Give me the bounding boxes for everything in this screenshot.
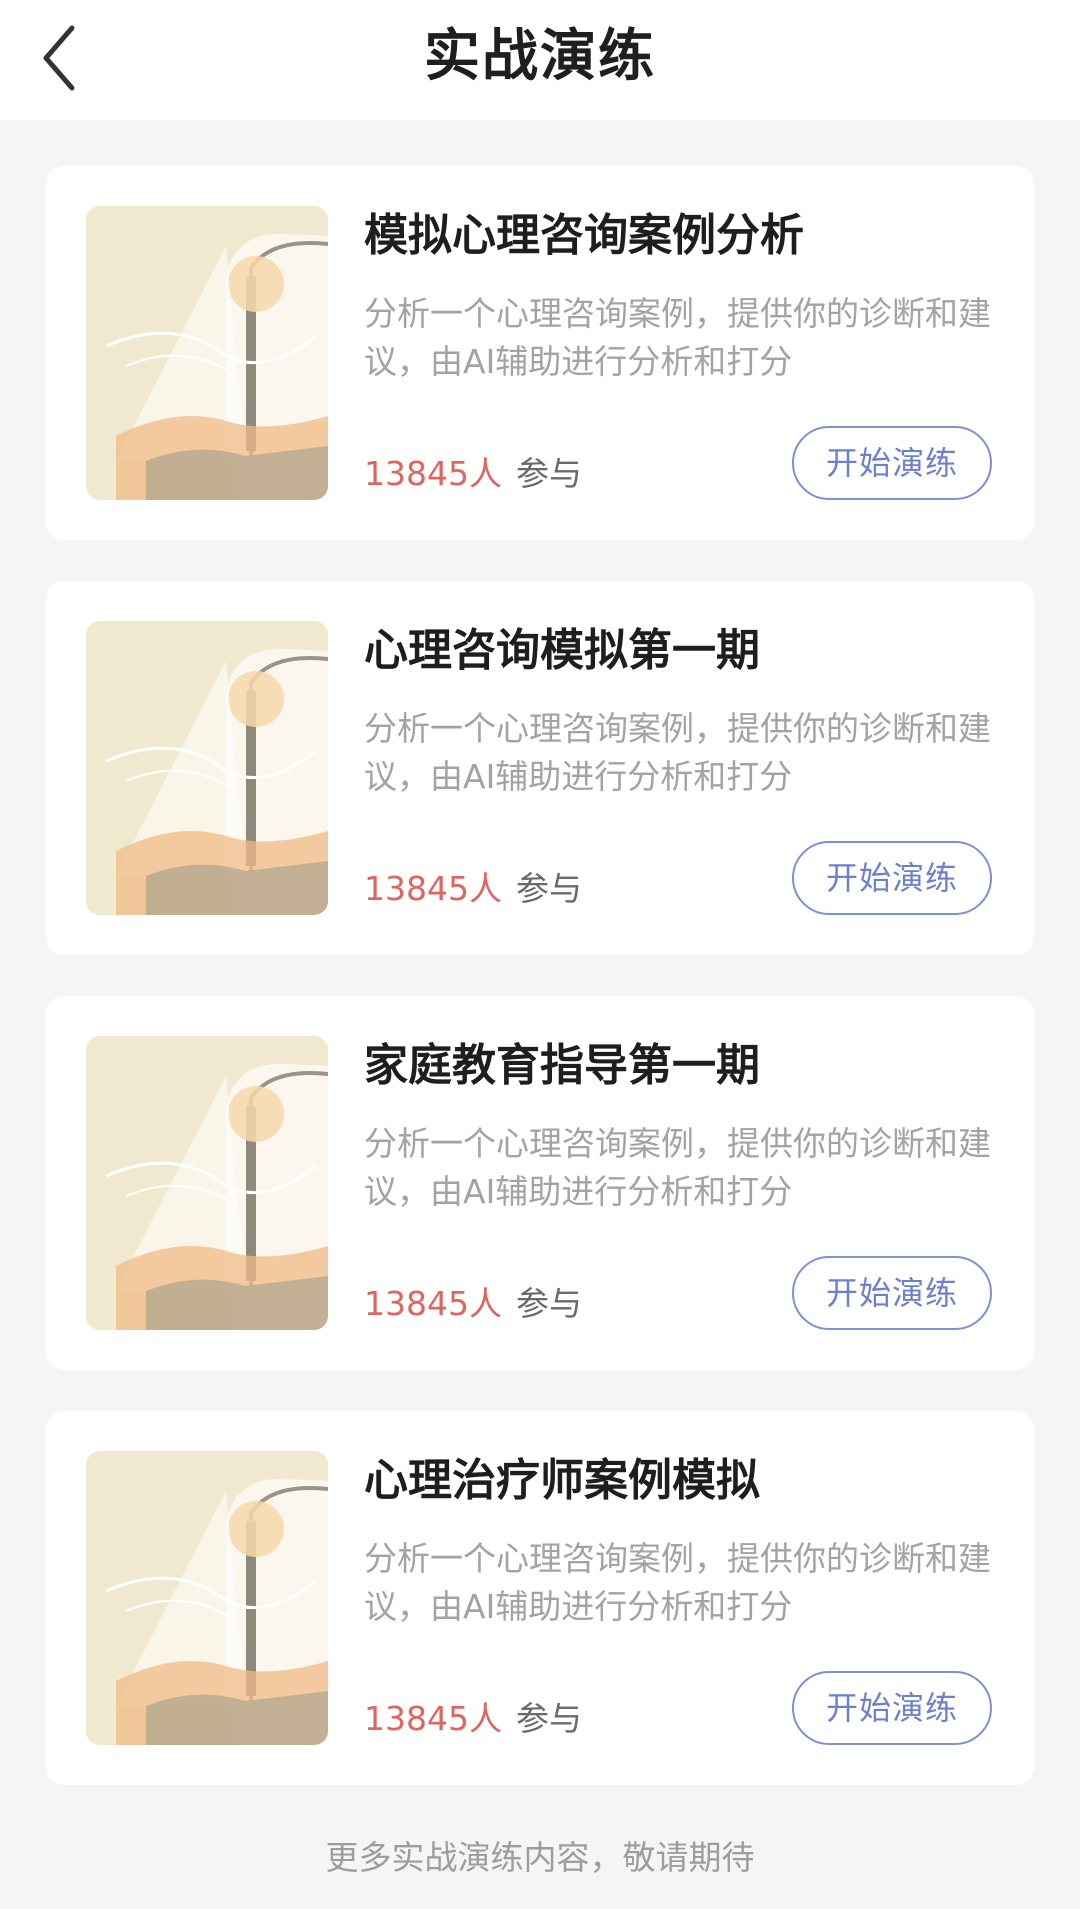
card-title: 家庭教育指导第一期 — [364, 1040, 760, 1091]
card-description: 分析一个心理咨询案例，提供你的诊断和建议，由AI辅助进行分析和打分 — [364, 1124, 991, 1211]
page-title: 实战演练 — [424, 24, 656, 89]
book-illustration-icon — [86, 206, 328, 500]
participant-suffix: 参与 — [515, 1284, 582, 1323]
practice-card[interactable]: 家庭教育指导第一期 分析一个心理咨询案例，提供你的诊断和建议，由AI辅助进行分析… — [46, 996, 1034, 1370]
participant-suffix: 参与 — [515, 454, 582, 493]
book-illustration-icon — [86, 621, 328, 915]
practice-card[interactable]: 模拟心理咨询案例分析 分析一个心理咨询案例，提供你的诊断和建议，由AI辅助进行分… — [46, 166, 1034, 540]
participant-info: 13845人 参与 — [364, 452, 582, 496]
participant-count: 13845人 — [364, 869, 502, 908]
card-description: 分析一个心理咨询案例，提供你的诊断和建议，由AI辅助进行分析和打分 — [364, 294, 991, 381]
card-title: 心理咨询模拟第一期 — [364, 625, 760, 676]
footer-note: 更多实战演练内容，敬请期待 — [325, 1838, 755, 1877]
card-title: 模拟心理咨询案例分析 — [364, 210, 804, 261]
card-title: 心理治疗师案例模拟 — [364, 1455, 760, 1506]
card-thumbnail — [86, 621, 328, 915]
card-thumbnail — [86, 206, 328, 500]
participant-info: 13845人 参与 — [364, 1282, 582, 1326]
start-practice-button[interactable]: 开始演练 — [792, 1256, 992, 1330]
participant-count: 13845人 — [364, 454, 502, 493]
start-practice-button[interactable]: 开始演练 — [792, 426, 992, 500]
participant-info: 13845人 参与 — [364, 1697, 582, 1741]
practice-list: 模拟心理咨询案例分析 分析一个心理咨询案例，提供你的诊断和建议，由AI辅助进行分… — [46, 166, 1034, 1826]
book-illustration-icon — [86, 1451, 328, 1745]
participant-info: 13845人 参与 — [364, 867, 582, 911]
practice-card[interactable]: 心理咨询模拟第一期 分析一个心理咨询案例，提供你的诊断和建议，由AI辅助进行分析… — [46, 581, 1034, 955]
card-description: 分析一个心理咨询案例，提供你的诊断和建议，由AI辅助进行分析和打分 — [364, 1539, 991, 1626]
book-illustration-icon — [86, 1036, 328, 1330]
start-practice-button[interactable]: 开始演练 — [792, 1671, 992, 1745]
card-description: 分析一个心理咨询案例，提供你的诊断和建议，由AI辅助进行分析和打分 — [364, 709, 991, 796]
participant-count: 13845人 — [364, 1699, 502, 1738]
top-bar: 实战演练 — [0, 0, 1080, 120]
card-thumbnail — [86, 1036, 328, 1330]
participant-suffix: 参与 — [515, 1699, 582, 1738]
card-thumbnail — [86, 1451, 328, 1745]
participant-count: 13845人 — [364, 1284, 502, 1323]
start-practice-button[interactable]: 开始演练 — [792, 841, 992, 915]
participant-suffix: 参与 — [515, 869, 582, 908]
practice-card[interactable]: 心理治疗师案例模拟 分析一个心理咨询案例，提供你的诊断和建议，由AI辅助进行分析… — [46, 1411, 1034, 1785]
